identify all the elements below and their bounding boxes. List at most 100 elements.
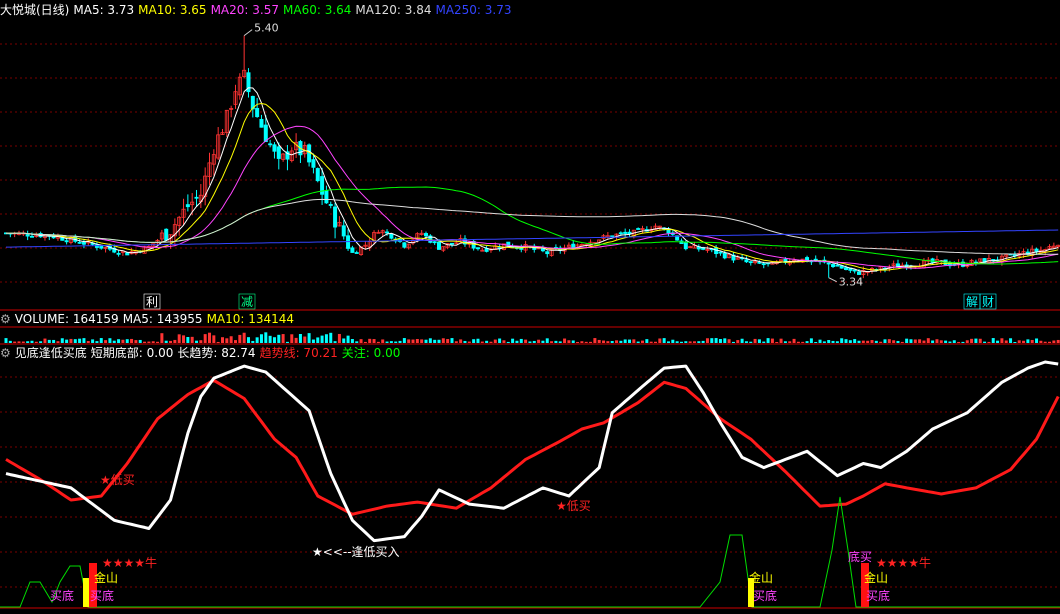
volume-bar [238,334,242,343]
volume-bar [918,339,922,343]
marker-label: 解 [966,295,978,309]
volume-bar [775,341,779,343]
candle-body [757,261,762,264]
volume-bar [493,339,497,343]
candle-body [194,196,199,199]
ma10-line [5,102,1059,271]
volume-bar [307,333,311,343]
long-trend-label: 长趋势: 82.74 [177,346,256,360]
volume-bar [731,341,735,343]
ma5-label: MA5: 3.73 [73,3,135,17]
volume-bar [73,339,77,343]
volume-bar [602,340,606,343]
volume-bar [463,340,467,343]
volume-bar [151,341,155,343]
volume-bar [801,341,805,343]
volume-bar [47,339,51,343]
volume-bar [91,339,95,343]
volume-bar [208,332,212,343]
candle-body [116,252,121,255]
candle-body [610,235,615,238]
main-legend: 大悦城(日线) MA5: 3.73 MA10: 3.65 MA20: 3.57 … [0,2,516,18]
volume-bar [199,340,203,343]
volume-bar [519,338,523,343]
volume-bar [887,339,891,343]
volume-bar [558,341,562,343]
volume-bar [926,338,930,343]
volume-bar [900,341,904,343]
volume-bar [485,340,489,343]
settings-icon[interactable]: ⚙ [0,311,11,327]
volume-bar [666,341,670,343]
volume-bar [515,340,519,343]
candle-body [268,143,273,146]
volume-bar [221,337,224,343]
candle-body [1034,248,1039,252]
volume-bar [1000,338,1004,343]
volume-bar [164,340,168,343]
volume-bar [545,338,549,343]
volume-bar [160,333,164,343]
volume-bar [1056,339,1060,343]
high-price-label: 5.40 [254,22,279,35]
volume-bar [931,340,935,343]
volume-bar [701,340,705,343]
indicator-legend: ⚙ 见底逢低买底 短期底部: 0.00 长趋势: 82.74 趋势线: 70.2… [0,345,404,361]
settings-icon[interactable]: ⚙ [0,345,11,361]
volume-bar [446,339,450,343]
stock-chart[interactable]: 5.40 3.34 利 减 解财 ★低买 ★低买 ★<<--逢低买入 ★★★★牛 ★★★★牛金山 金… [0,0,1060,614]
volume-bar [753,338,757,343]
volume-bar [861,340,865,343]
volume-bar [86,341,90,343]
volume-bar [511,338,515,343]
volume-bar [437,339,441,343]
volume-bar [970,338,974,343]
volume-bar [407,339,411,343]
volume-bar [1013,341,1017,343]
volume-bar [290,334,294,343]
long-trend-line [5,360,1059,543]
volume-bar [420,339,424,343]
volume-bar [593,338,597,343]
volume-bar [60,338,64,343]
volume-bar [779,338,783,343]
volume-bar [662,338,666,343]
volume-bar [294,337,298,343]
volume-bar [130,338,134,343]
volume-bar [56,341,60,343]
volume-bar [381,339,385,343]
gold-mountain-label: 金山 [94,570,118,585]
candle-body [722,252,727,259]
volume-bar [1052,340,1056,343]
volume-bar [372,339,376,343]
volume-bar [628,339,632,343]
candle-body [852,269,857,272]
candle-body [64,240,69,243]
candle-body [449,242,454,245]
volume-bar [714,338,718,343]
volume-bar [537,339,541,343]
volume-bar [883,339,887,343]
volume-bar [8,340,12,343]
indicator-name[interactable]: 见底逢低买底 [15,345,87,361]
candle-body [29,235,34,238]
low-buy-label: ★低买 [556,499,591,513]
candle-body [354,252,359,254]
ma20-label: MA20: 3.57 [210,3,279,17]
volume-bar [991,338,995,343]
high-pointer [243,29,253,37]
volume-bar [26,341,30,343]
volume-bar [983,341,987,343]
volume-bar [480,341,484,343]
volume-bar [584,341,588,343]
volume-bar [190,336,194,343]
trend-line-label: 趋势线: 70.21 [259,346,338,360]
volume-bar [632,339,636,343]
volume-bar [710,338,714,343]
volume-bar [281,334,285,343]
stock-title[interactable]: 大悦城(日线) [0,2,69,18]
volume-bar [156,341,160,343]
volume-bar [796,341,800,343]
volume-bar [337,333,341,343]
volume-label: VOLUME: 164159 [14,312,119,326]
